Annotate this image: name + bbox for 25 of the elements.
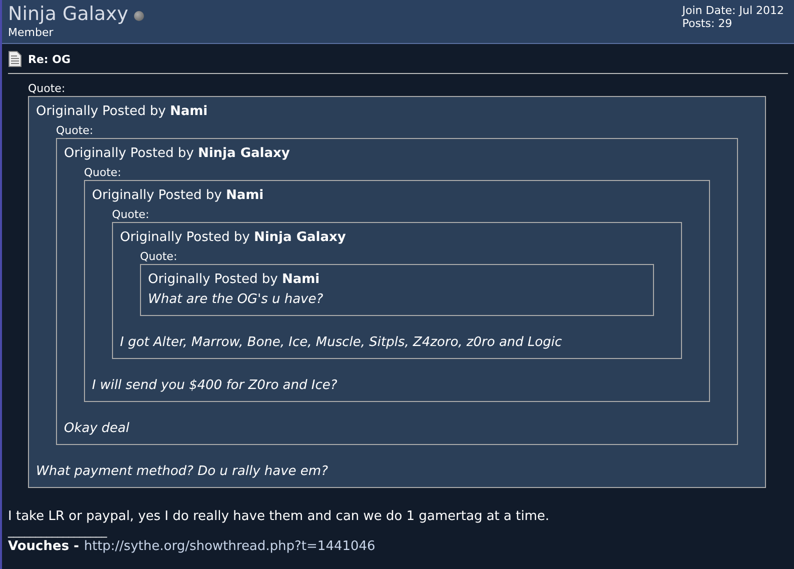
quote-byline: Originally Posted by Nami [92,187,265,205]
user-rank: Member [8,26,54,39]
quote-text: What are the OG's u have? [148,291,324,309]
quote-byline: Originally Posted by Ninja Galaxy [64,145,291,163]
quote-byline: Originally Posted by Nami [36,103,209,121]
quote-label: Quote: [28,81,66,96]
quote-text: I got Alter, Marrow, Bone, Ice, Muscle, Sitpls, Z4zoro, z0ro and Logic [120,334,563,352]
vouches-link[interactable]: http://sythe.org/showthread.php?t=1441046 [84,538,376,556]
quote-text: I will send you $400 for Z0ro and Ice? [92,377,338,395]
quote-text: Okay deal [64,420,130,438]
quote-label: Quote: [84,165,122,180]
quote-label: Quote: [112,207,150,222]
signature-label: Vouches - [8,538,79,556]
document-icon [8,51,22,67]
signature-separator: __________________ [8,526,108,538]
username[interactable]: Ninja Galaxy [8,2,128,26]
join-date: Join Date: Jul 2012 [682,4,784,17]
quote-text: What payment method? Do u rally have em? [36,463,329,481]
quote-label: Quote: [56,123,94,138]
post-title: Re: OG [28,52,71,66]
quote-byline: Originally Posted by Nami [148,271,321,289]
quote-byline: Originally Posted by Ninja Galaxy [120,229,347,247]
post-count: Posts: 29 [682,17,734,30]
post-text: I take LR or paypal, yes I do really have them and can we do 1 gamertag at a time. [8,508,550,526]
quote-label: Quote: [140,249,178,264]
